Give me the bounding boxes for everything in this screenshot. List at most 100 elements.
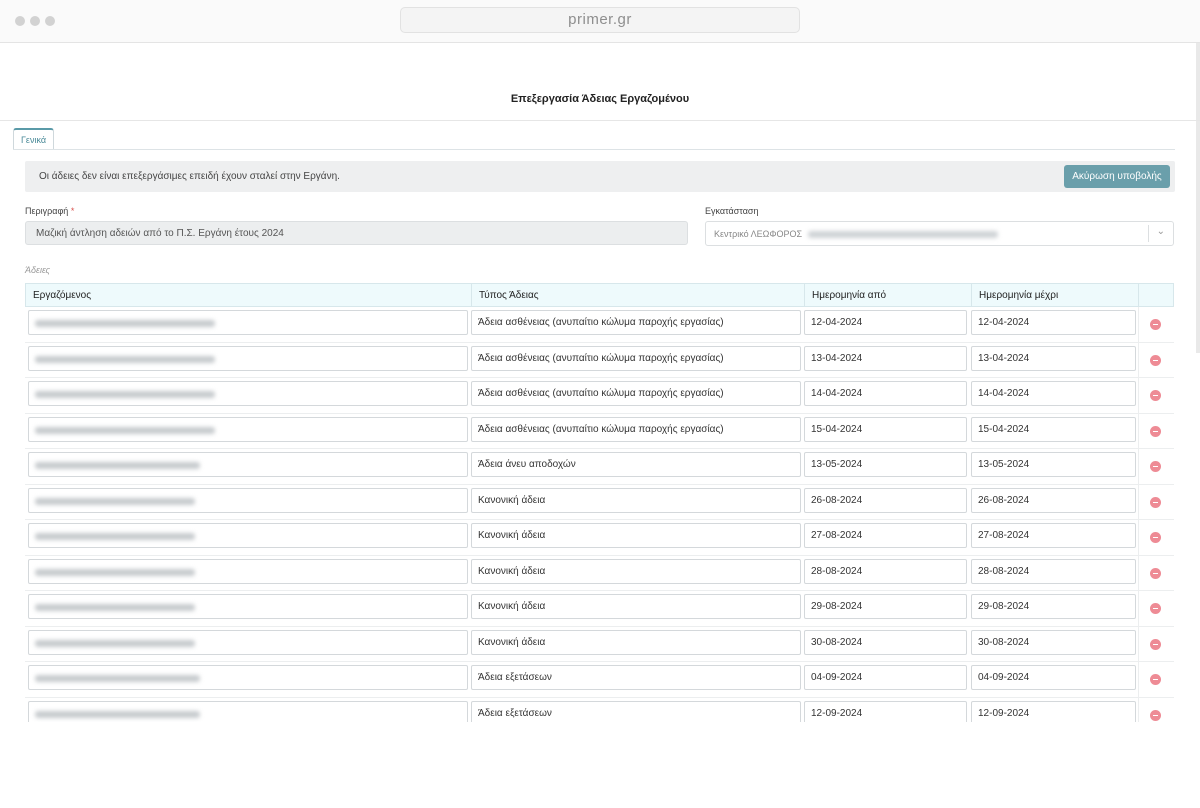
alert-message: Οι άδειες δεν είναι επεξεργάσιμες επειδή… bbox=[39, 171, 340, 182]
window-dot-icon bbox=[45, 16, 55, 26]
info-alert: Οι άδειες δεν είναι επεξεργάσιμες επειδή… bbox=[25, 161, 1175, 192]
page-title: Επεξεργασία Άδειας Εργαζομένου bbox=[510, 93, 690, 105]
minus-circle-icon[interactable] bbox=[1150, 567, 1161, 579]
minus-circle-icon[interactable] bbox=[1150, 425, 1161, 437]
date-to-field[interactable]: 30-08-2024 bbox=[971, 629, 1136, 655]
description-label: Περιγραφή * bbox=[25, 206, 74, 216]
redacted-employee bbox=[35, 533, 195, 540]
date-from-field[interactable]: 26-08-2024 bbox=[804, 487, 967, 513]
required-mark: * bbox=[70, 206, 75, 216]
leave-type-field[interactable]: Κανονική άδεια bbox=[471, 523, 801, 548]
table-row: Άδεια ασθένειας (ανυπαίτιο κώλυμα παροχή… bbox=[25, 307, 1174, 343]
employee-field[interactable] bbox=[28, 416, 468, 442]
date-to-field[interactable]: 13-05-2024 bbox=[971, 452, 1136, 477]
minus-circle-icon[interactable] bbox=[1150, 709, 1161, 721]
minus-circle-icon[interactable] bbox=[1150, 354, 1161, 366]
divider bbox=[1148, 225, 1149, 242]
minus-circle-icon[interactable] bbox=[1150, 532, 1161, 543]
employee-field[interactable] bbox=[28, 523, 468, 548]
leave-type-field[interactable]: Άδεια ασθένειας (ανυπαίτιο κώλυμα παροχή… bbox=[471, 416, 801, 442]
date-from-field[interactable]: 13-05-2024 bbox=[804, 452, 967, 477]
divider bbox=[1138, 626, 1139, 661]
table-row: Κανονική άδεια 29-08-2024 29-08-2024 bbox=[25, 591, 1174, 627]
date-to-field[interactable]: 27-08-2024 bbox=[971, 523, 1136, 548]
divider bbox=[1138, 413, 1139, 448]
date-to-field[interactable]: 28-08-2024 bbox=[971, 558, 1136, 584]
window-dot-icon bbox=[15, 16, 25, 26]
leaves-table: Εργαζόμενος Τύπος Άδειας Ημερομηνία από … bbox=[25, 283, 1174, 733]
browser-chrome: primer.gr bbox=[0, 0, 1200, 43]
leave-type-field[interactable]: Άδεια ασθένειας (ανυπαίτιο κώλυμα παροχή… bbox=[471, 345, 801, 371]
leave-type-field[interactable]: Άδεια ασθένειας (ανυπαίτιο κώλυμα παροχή… bbox=[471, 381, 801, 406]
redacted-employee bbox=[35, 497, 195, 505]
cancel-submission-button[interactable]: Ακύρωση υποβολής bbox=[1064, 165, 1170, 188]
minus-circle-icon[interactable] bbox=[1150, 603, 1161, 614]
date-from-field[interactable]: 28-08-2024 bbox=[804, 558, 967, 584]
date-to-field[interactable]: 04-09-2024 bbox=[971, 665, 1136, 690]
leave-type-field[interactable]: Κανονική άδεια bbox=[471, 629, 801, 655]
employee-field[interactable] bbox=[28, 487, 468, 513]
installation-select[interactable]: Κεντρικό ΛΕΩΦΟΡΟΣ ⌄ bbox=[705, 221, 1174, 246]
divider bbox=[1138, 307, 1139, 342]
date-from-field[interactable]: 30-08-2024 bbox=[804, 629, 967, 655]
redacted-text bbox=[808, 231, 999, 239]
table-row: Άδεια ασθένειας (ανυπαίτιο κώλυμα παροχή… bbox=[25, 413, 1174, 449]
leave-type-field[interactable]: Άδεια εξετάσεων bbox=[471, 665, 801, 690]
redacted-employee bbox=[35, 639, 195, 647]
date-to-field[interactable]: 13-04-2024 bbox=[971, 345, 1136, 371]
redacted-employee bbox=[35, 604, 195, 611]
table-row: Κανονική άδεια 26-08-2024 26-08-2024 bbox=[25, 484, 1174, 520]
date-from-field[interactable]: 12-04-2024 bbox=[804, 310, 967, 335]
leave-type-field[interactable]: Άδεια άνευ αποδοχών bbox=[471, 452, 801, 477]
employee-field[interactable] bbox=[28, 629, 468, 655]
employee-field[interactable] bbox=[28, 452, 468, 477]
minus-circle-icon[interactable] bbox=[1150, 496, 1161, 508]
employee-field[interactable] bbox=[28, 594, 468, 619]
employee-field[interactable] bbox=[28, 345, 468, 371]
date-from-field[interactable]: 15-04-2024 bbox=[804, 416, 967, 442]
scrollbar[interactable] bbox=[1196, 43, 1200, 353]
table-row: Άδεια εξετάσεων 04-09-2024 04-09-2024 bbox=[25, 662, 1174, 698]
table-body: Άδεια ασθένειας (ανυπαίτιο κώλυμα παροχή… bbox=[25, 307, 1174, 733]
date-from-field[interactable]: 27-08-2024 bbox=[804, 523, 967, 548]
date-to-field[interactable]: 12-04-2024 bbox=[971, 310, 1136, 335]
description-field[interactable]: Μαζική άντληση αδειών από το Π.Σ. Εργάνη… bbox=[25, 221, 688, 245]
leave-type-field[interactable]: Κανονική άδεια bbox=[471, 487, 801, 513]
redacted-employee bbox=[35, 320, 215, 327]
leave-type-field[interactable]: Κανονική άδεια bbox=[471, 594, 801, 619]
minus-circle-icon[interactable] bbox=[1150, 390, 1161, 401]
column-header-employee: Εργαζόμενος bbox=[26, 284, 472, 307]
minus-circle-icon[interactable] bbox=[1150, 461, 1161, 472]
redacted-employee bbox=[35, 462, 200, 469]
date-to-field[interactable]: 14-04-2024 bbox=[971, 381, 1136, 406]
date-to-field[interactable]: 26-08-2024 bbox=[971, 487, 1136, 513]
chevron-down-icon[interactable]: ⌄ bbox=[1157, 226, 1165, 237]
minus-circle-icon[interactable] bbox=[1150, 638, 1161, 650]
employee-field[interactable] bbox=[28, 558, 468, 584]
date-to-field[interactable]: 29-08-2024 bbox=[971, 594, 1136, 619]
date-to-field[interactable]: 15-04-2024 bbox=[971, 416, 1136, 442]
date-from-field[interactable]: 14-04-2024 bbox=[804, 381, 967, 406]
employee-field[interactable] bbox=[28, 381, 468, 406]
address-bar[interactable]: primer.gr bbox=[400, 7, 800, 33]
employee-field[interactable] bbox=[28, 665, 468, 690]
redacted-employee bbox=[35, 391, 215, 398]
tab-general[interactable]: Γενικά bbox=[13, 128, 54, 150]
redacted-employee bbox=[35, 675, 200, 682]
divider bbox=[1138, 555, 1139, 590]
table-header: Εργαζόμενος Τύπος Άδειας Ημερομηνία από … bbox=[25, 283, 1174, 307]
date-from-field[interactable]: 29-08-2024 bbox=[804, 594, 967, 619]
column-header-leave-type: Τύπος Άδειας bbox=[472, 284, 805, 307]
date-from-field[interactable]: 04-09-2024 bbox=[804, 665, 967, 690]
divider bbox=[1138, 591, 1139, 626]
minus-circle-icon[interactable] bbox=[1150, 319, 1161, 330]
divider bbox=[1138, 520, 1139, 555]
installation-value: Κεντρικό ΛΕΩΦΟΡΟΣ bbox=[714, 229, 803, 239]
date-from-field[interactable]: 13-04-2024 bbox=[804, 345, 967, 371]
employee-field[interactable] bbox=[28, 310, 468, 335]
column-header-date-from: Ημερομηνία από bbox=[805, 284, 972, 307]
leave-type-field[interactable]: Κανονική άδεια bbox=[471, 558, 801, 584]
minus-circle-icon[interactable] bbox=[1150, 674, 1161, 685]
leave-type-field[interactable]: Άδεια ασθένειας (ανυπαίτιο κώλυμα παροχή… bbox=[471, 310, 801, 335]
table-row: Άδεια ασθένειας (ανυπαίτιο κώλυμα παροχή… bbox=[25, 378, 1174, 414]
